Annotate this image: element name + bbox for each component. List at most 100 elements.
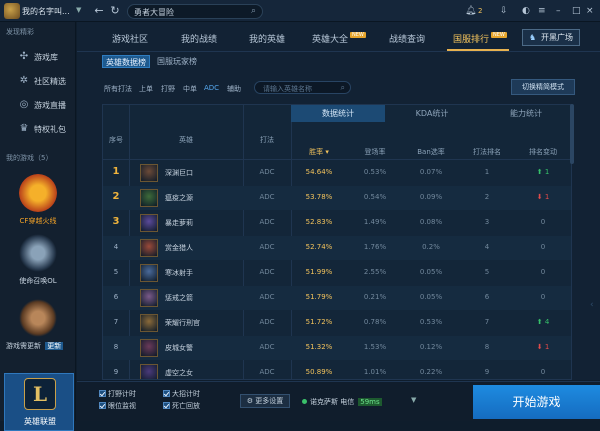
table-row[interactable]: 9 虚空之女 ADC 50.89% 1.01% 0.22% 9 0: [103, 361, 571, 379]
hero-name[interactable]: 惩戒之箭: [165, 293, 193, 303]
hero-name[interactable]: 赏金猎人: [165, 243, 193, 253]
tab-record-search[interactable]: 战绩查询: [389, 32, 425, 45]
table-row[interactable]: 4 赏金猎人 ADC 52.74% 1.76% 0.2% 4 0: [103, 236, 571, 260]
tab-my-heroes[interactable]: 我的英雄: [249, 32, 285, 45]
rank-cell: 9: [113, 368, 119, 376]
filter-support[interactable]: 辅助: [227, 84, 241, 94]
filter-top[interactable]: 上单: [139, 84, 153, 94]
server-status[interactable]: 诺克萨斯 电信 59ms: [302, 397, 382, 407]
title-bar: 我的名字叫... ▼ ← ↻ 勇者大冒险 ⌕ 🔔︎ 2 ⇩ ◐ ≡ – □ ×: [0, 0, 600, 22]
table-row[interactable]: 7 荣耀行刑官 ADC 51.72% 0.78% 0.53% 7 ⬆ 4: [103, 311, 571, 335]
checkbox-ward-monitor[interactable]: 眼位监视: [99, 401, 136, 411]
checkbox-jungle-timer[interactable]: 打野计时: [99, 389, 136, 399]
col-header-role-rank[interactable]: 打法排名: [459, 147, 515, 157]
download-icon[interactable]: ⇩: [500, 4, 508, 18]
table-row[interactable]: 1 深渊巨口 ADC 54.64% 0.53% 0.07% 1 ⬆ 1: [103, 161, 571, 185]
col-header-pickrate[interactable]: 登场率: [347, 147, 403, 157]
hero-name[interactable]: 荣耀行刑官: [165, 318, 200, 328]
refresh-icon[interactable]: ↻: [108, 4, 122, 18]
table-row[interactable]: 3 暴走萝莉 ADC 52.83% 1.49% 0.08% 3 0: [103, 211, 571, 235]
game-needs-update[interactable]: 游戏需更新 更新: [6, 299, 70, 351]
back-icon[interactable]: ←: [92, 4, 106, 18]
tab-my-record[interactable]: 我的战绩: [181, 32, 217, 45]
skin-icon[interactable]: ◐: [522, 4, 530, 18]
switch-mode-button[interactable]: 切换精简模式: [511, 79, 575, 95]
search-input[interactable]: 勇者大冒险 ⌕: [127, 4, 263, 19]
arrow-down-icon: ⬇: [536, 193, 545, 201]
hero-table: 数据统计 KDA统计 能力统计 序号 英雄 打法 胜率 ▾ 登场率 Ban选率 …: [102, 104, 572, 380]
header-divider: [103, 159, 571, 160]
filter-mid[interactable]: 中单: [183, 84, 197, 94]
table-scrollbar[interactable]: [570, 104, 574, 164]
group-tab-data[interactable]: 数据统计: [291, 105, 385, 122]
group-tab-kda[interactable]: KDA统计: [385, 105, 479, 122]
game-codol[interactable]: 使命召唤OL: [6, 234, 70, 286]
role-rank-cell: 8: [484, 343, 490, 351]
winrate-cell: 52.83%: [305, 218, 333, 226]
sidebar-item-community[interactable]: ✲ 社区精选: [0, 71, 76, 91]
tab-server-ranking[interactable]: 国服排行 NEW: [453, 32, 507, 45]
table-row[interactable]: 8 皮城女警 ADC 51.32% 1.53% 0.12% 8 ⬇ 1: [103, 336, 571, 360]
minimize-icon[interactable]: –: [556, 4, 561, 18]
avatar[interactable]: [4, 3, 20, 19]
subtab-player-ranking[interactable]: 国服玩家榜: [154, 55, 200, 68]
tab-hero-encyclopedia[interactable]: 英雄大全 NEW: [312, 32, 366, 45]
open-plaza-button[interactable]: ♞ 开黑广场: [522, 29, 580, 46]
role-rank-cell: 5: [484, 268, 490, 276]
table-row[interactable]: 2 瘟疫之源 ADC 53.78% 0.54% 0.09% 2 ⬇ 1: [103, 186, 571, 210]
update-button[interactable]: 更新: [45, 342, 64, 350]
col-header-rank-change[interactable]: 排名变动: [515, 147, 571, 157]
search-icon[interactable]: ⌕: [341, 83, 345, 93]
hero-name[interactable]: 暴走萝莉: [165, 218, 193, 228]
checkbox-death-replay[interactable]: 死亡回放: [163, 401, 200, 411]
pickrate-cell: 0.78%: [363, 318, 387, 326]
ping-badge: 59ms: [358, 398, 382, 406]
hero-name[interactable]: 皮城女警: [165, 343, 193, 353]
search-icon[interactable]: ⌕: [251, 6, 256, 16]
maximize-icon[interactable]: □: [572, 4, 581, 18]
sidebar-item-live[interactable]: ◎ 游戏直播: [0, 95, 76, 115]
rank-change-cell: 0: [515, 368, 571, 376]
game-cf[interactable]: CF穿越火线: [6, 174, 70, 226]
winrate-cell: 52.74%: [305, 243, 333, 251]
more-settings-button[interactable]: ⚙ 更多设置: [240, 394, 290, 408]
banrate-cell: 0.53%: [419, 318, 443, 326]
role-cell: ADC: [259, 293, 275, 301]
start-game-button[interactable]: 开始游戏: [473, 385, 600, 419]
checkbox-ult-timer[interactable]: 大招计时: [163, 389, 200, 399]
hero-name[interactable]: 虚空之女: [165, 368, 193, 378]
game-lol[interactable]: L 英雄联盟: [4, 373, 74, 431]
sidebar-item-label: 游戏库: [34, 53, 58, 62]
subtab-hero-data[interactable]: 英雄数据榜: [102, 55, 150, 68]
hero-name[interactable]: 深渊巨口: [165, 168, 193, 178]
chevron-down-icon[interactable]: ▼: [411, 396, 416, 404]
hero-name[interactable]: 寒冰射手: [165, 268, 193, 278]
winrate-cell: 51.79%: [305, 293, 333, 301]
table-row[interactable]: 5 寒冰射手 ADC 51.99% 2.55% 0.05% 5 0: [103, 261, 571, 285]
my-games-title: 我的游戏（5）: [6, 154, 53, 162]
rank-change-cell: 0: [515, 293, 571, 301]
sidebar-item-game-library[interactable]: ✣ 游戏库: [0, 47, 76, 67]
filter-jungle[interactable]: 打野: [161, 84, 175, 94]
hero-search-input[interactable]: 请输入英雄名称 ⌕: [254, 81, 351, 94]
sidebar-item-gifts[interactable]: ♛ 特权礼包: [0, 119, 76, 139]
close-icon[interactable]: ×: [586, 4, 594, 18]
winrate-cell: 51.99%: [305, 268, 333, 276]
col-header-banrate[interactable]: Ban选率: [403, 147, 459, 157]
filter-all[interactable]: 所有打法: [104, 84, 132, 94]
role-rank-cell: 1: [484, 168, 490, 176]
rank-change-cell: ⬇ 1: [515, 193, 571, 201]
server-name: 诺克萨斯 电信: [310, 398, 355, 406]
table-row[interactable]: 6 惩戒之箭 ADC 51.79% 0.21% 0.05% 6 0: [103, 286, 571, 310]
chevron-down-icon[interactable]: ▼: [76, 6, 81, 14]
col-header-winrate[interactable]: 胜率 ▾: [291, 147, 347, 157]
filter-adc[interactable]: ADC: [204, 84, 219, 92]
username[interactable]: 我的名字叫...: [22, 6, 70, 17]
bell-icon[interactable]: 🔔︎: [465, 4, 476, 18]
group-tab-ability[interactable]: 能力统计: [479, 105, 571, 122]
hero-name[interactable]: 瘟疫之源: [165, 193, 193, 203]
menu-icon[interactable]: ≡: [538, 4, 546, 18]
tab-community[interactable]: 游戏社区: [112, 32, 148, 45]
window-edge-icon: ‹: [590, 300, 594, 310]
banrate-cell: 0.05%: [419, 293, 443, 301]
